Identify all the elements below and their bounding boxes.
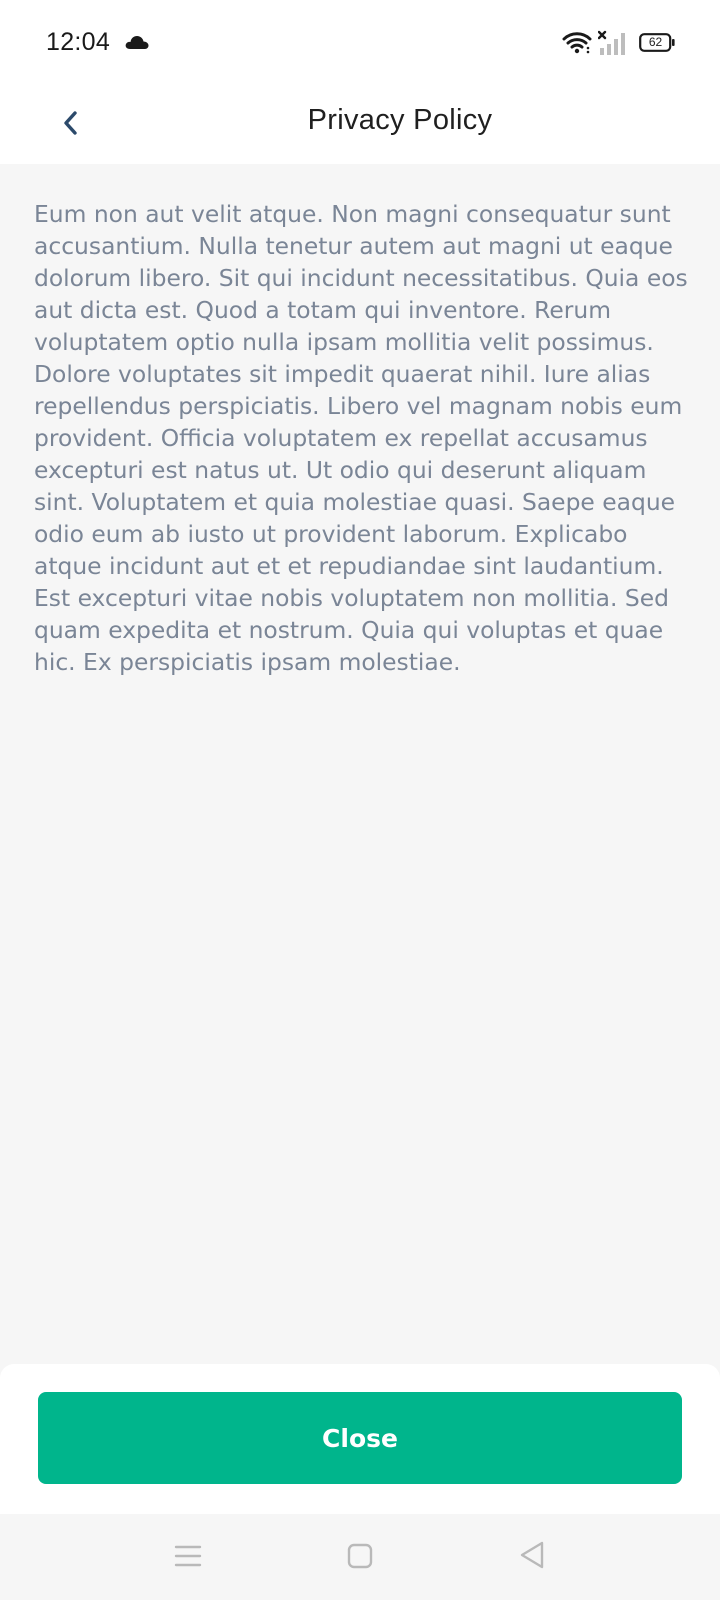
bottom-action-panel: Close [0,1364,720,1514]
privacy-policy-screen: 12:04 62 Privacy Policy Eum non aut veli… [0,0,720,1600]
battery-icon: 62 [639,33,675,52]
menu-icon[interactable] [174,1542,202,1570]
system-nav-bar [0,1514,720,1600]
policy-content[interactable]: Eum non aut velit atque. Non magni conse… [34,198,690,678]
battery-level: 62 [648,35,663,49]
wifi-icon [562,32,592,54]
back-triangle-icon[interactable] [518,1540,546,1570]
status-bar: 12:04 62 [0,0,720,86]
status-time: 12:04 [46,28,111,56]
home-icon[interactable] [346,1542,374,1570]
close-button[interactable]: Close [38,1392,682,1484]
cloud-icon [125,36,149,49]
page-title: Privacy Policy [307,104,493,136]
policy-body-text: Eum non aut velit atque. Non magni conse… [34,200,688,676]
signal-icon [598,30,625,55]
app-header: Privacy Policy [0,86,720,164]
